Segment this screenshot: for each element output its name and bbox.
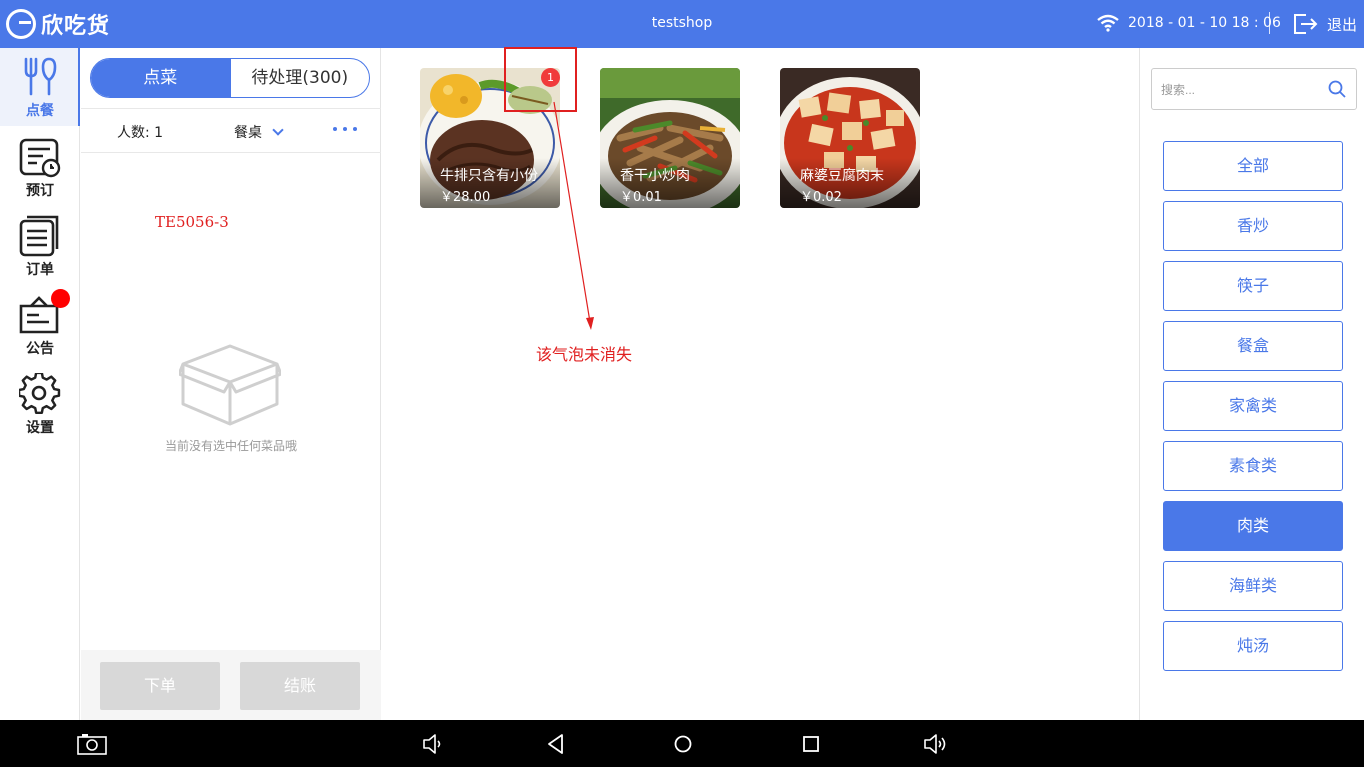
category-meat[interactable]: 肉类 (1163, 501, 1343, 551)
orders-icon (19, 215, 59, 257)
nav-label: 预订 (26, 183, 54, 199)
nav-label: 设置 (26, 420, 54, 436)
category-poultry[interactable]: 家禽类 (1163, 381, 1343, 431)
tab-order-dishes[interactable]: 点菜 (91, 59, 230, 97)
category-all[interactable]: 全部 (1163, 141, 1343, 191)
order-info-bar: 人数: 1 餐桌 (81, 108, 381, 153)
people-count[interactable]: 人数: 1 (117, 122, 163, 142)
search-box (1151, 68, 1357, 110)
dish-name: 麻婆豆腐肉末 (800, 168, 884, 184)
place-order-button[interactable]: 下单 (100, 662, 220, 710)
header-divider (1269, 12, 1270, 34)
nav-item-orders[interactable]: 订单 (0, 207, 80, 285)
top-bar: 欣吃货 testshop 2018 - 01 - 10 18 : 06 退出 (0, 0, 1364, 48)
logout-button[interactable]: 退出 (1327, 14, 1357, 35)
category-stirfry[interactable]: 香炒 (1163, 201, 1343, 251)
table-selector-label: 餐桌 (234, 125, 262, 141)
reservation-icon (19, 138, 61, 178)
cutlery-icon (24, 57, 57, 96)
status-datetime: 2018 - 01 - 10 18 : 06 (1128, 15, 1281, 31)
search-icon[interactable] (1328, 80, 1346, 98)
side-nav: 点餐 预订 订单 公告 设置 (0, 48, 80, 720)
nav-label: 点餐 (26, 103, 54, 119)
annotation-arrow (553, 101, 594, 330)
screenshot-icon[interactable] (77, 732, 107, 756)
nav-item-reservation[interactable]: 预订 (0, 128, 80, 206)
dish-card[interactable]: 香干小炒肉 ￥0.01 (600, 68, 740, 208)
checkout-button[interactable]: 结账 (240, 662, 360, 710)
logout-icon[interactable] (1292, 12, 1318, 36)
annotation-table-id: TE5056-3 (155, 213, 229, 231)
category-soup[interactable]: 炖汤 (1163, 621, 1343, 671)
annotation-note: 该气泡未消失 (536, 345, 633, 364)
nav-item-order[interactable]: 点餐 (0, 48, 80, 126)
recent-apps-icon[interactable] (800, 732, 822, 756)
table-selector[interactable]: 餐桌 (234, 122, 284, 142)
tab-pending[interactable]: 待处理(300) (229, 59, 370, 97)
volume-up-icon[interactable] (922, 732, 948, 756)
empty-state-text: 当前没有选中任何菜品哦 (164, 439, 297, 453)
volume-down-icon[interactable] (421, 732, 445, 756)
system-nav-bar (0, 720, 1364, 767)
nav-item-settings[interactable]: 设置 (0, 365, 80, 443)
category-sidebar: 全部 香炒 筷子 餐盒 家禽类 素食类 肉类 海鲜类 炖汤 (1139, 48, 1364, 720)
dish-name: 牛排只含有小份 (440, 168, 538, 184)
dish-price: ￥0.02 (800, 190, 842, 205)
order-actions: 下单 结账 (81, 650, 381, 720)
back-icon[interactable] (545, 732, 567, 756)
dish-price: ￥28.00 (440, 190, 491, 205)
wifi-icon (1097, 14, 1119, 32)
category-lunchbox[interactable]: 餐盒 (1163, 321, 1343, 371)
notification-dot (51, 289, 70, 308)
dish-name: 香干小炒肉 (620, 168, 690, 184)
gear-icon (19, 373, 61, 415)
nav-label: 公告 (26, 341, 54, 357)
category-seafood[interactable]: 海鲜类 (1163, 561, 1343, 611)
order-tabs: 点菜 待处理(300) (90, 58, 370, 98)
category-vegetarian[interactable]: 素食类 (1163, 441, 1343, 491)
order-panel: 点菜 待处理(300) 人数: 1 餐桌 TE5056-3 当前没有选中任何菜品… (81, 48, 381, 720)
empty-box-icon (179, 344, 281, 426)
category-chopsticks[interactable]: 筷子 (1163, 261, 1343, 311)
search-input[interactable] (1161, 80, 1321, 100)
nav-label: 订单 (26, 262, 54, 278)
home-icon[interactable] (672, 732, 694, 756)
dish-card[interactable]: 麻婆豆腐肉末 ￥0.02 (780, 68, 920, 208)
more-options-icon[interactable] (333, 127, 361, 135)
chevron-down-icon (272, 124, 284, 136)
dish-price: ￥0.01 (620, 190, 662, 205)
